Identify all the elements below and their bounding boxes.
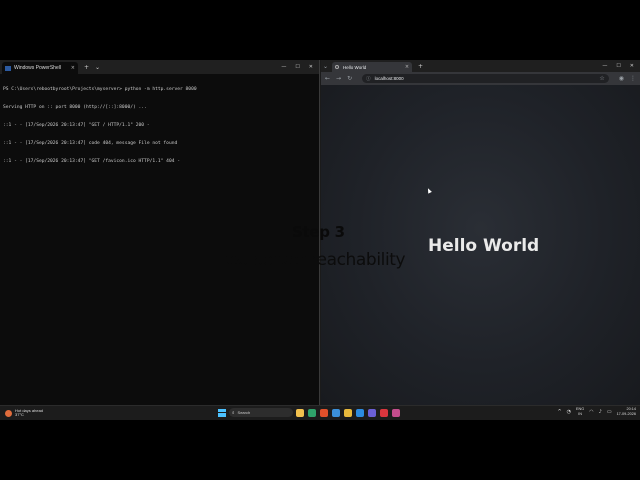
minimize-button[interactable]: — xyxy=(602,63,607,69)
system-tray: ^ ◔ ENG IN ◠ ♪ ▭ 20:14 17-09-2026 xyxy=(557,407,636,416)
console-line: ::1 - - [17/Sep/2026 20:13:47] "GET /fav… xyxy=(3,159,181,164)
network-icon[interactable]: ◔ xyxy=(567,409,571,415)
console-line: ::1 - - [17/Sep/2026 20:13:47] "GET / HT… xyxy=(3,123,150,128)
powershell-tab[interactable]: Windows PowerShell × xyxy=(2,62,78,74)
console-line: PS C:\Users\rebootbyroot\Projects\myserv… xyxy=(3,87,197,92)
powershell-tab-title: Windows PowerShell xyxy=(14,65,61,71)
chevron-up-icon[interactable]: ^ xyxy=(557,409,561,415)
tab-search-icon[interactable]: ⌄ xyxy=(323,63,328,70)
powershell-window: Windows PowerShell × + ⌄ — ☐ ✕ PS C:\Use… xyxy=(0,60,320,405)
browser-page-content: Hello World xyxy=(321,85,640,405)
pinned-apps xyxy=(296,408,400,417)
sun-icon xyxy=(5,409,12,417)
maximize-button[interactable]: ☐ xyxy=(295,64,299,70)
chrome-icon[interactable] xyxy=(344,408,352,417)
start-button[interactable] xyxy=(218,408,226,417)
browser-tab-bar: ⌄ Hello World × + — ☐ ✕ xyxy=(321,60,640,72)
menu-kebab-icon[interactable]: ⋮ xyxy=(630,75,636,82)
taskbar-search[interactable]: ⌕ Search xyxy=(229,408,293,417)
address-url: localhost:8000 xyxy=(374,76,404,81)
powershell-tab-dropdown-icon[interactable]: ⌄ xyxy=(95,64,100,71)
powershell-titlebar: Windows PowerShell × + ⌄ — ☐ ✕ xyxy=(0,60,319,74)
powershell-tab-close-icon[interactable]: × xyxy=(71,65,75,71)
app-pink-icon[interactable] xyxy=(392,408,400,417)
file-explorer-icon[interactable] xyxy=(296,408,304,417)
search-icon: ⌕ xyxy=(232,410,235,416)
back-icon[interactable]: ← xyxy=(325,75,330,82)
brave-icon[interactable] xyxy=(320,408,328,417)
maximize-button[interactable]: ☐ xyxy=(616,63,620,69)
taskbar-apps: ⌕ Search xyxy=(218,408,400,417)
powershell-tab-icon xyxy=(5,65,11,71)
close-button[interactable]: ✕ xyxy=(630,63,634,69)
powershell-console[interactable]: PS C:\Users\rebootbyroot\Projects\myserv… xyxy=(0,74,319,178)
profile-icon[interactable]: ◉ xyxy=(619,75,624,82)
caption-description: Test server reachability xyxy=(217,250,406,270)
volume-icon[interactable]: ♪ xyxy=(599,409,602,415)
weather-widget[interactable]: Hot days ahead 37°C xyxy=(0,408,180,418)
page-heading: Hello World xyxy=(428,236,540,256)
console-line: Serving HTTP on :: port 8000 (http://[::… xyxy=(3,105,147,110)
address-bar[interactable]: ⓘ localhost:8000 ☆ xyxy=(362,74,609,83)
powershell-icon[interactable] xyxy=(368,408,376,417)
close-button[interactable]: ✕ xyxy=(309,64,313,70)
reload-icon[interactable]: ↻ xyxy=(347,75,352,82)
browser-toolbar: ← → ↻ ⓘ localhost:8000 ☆ ◉ ⋮ xyxy=(321,72,640,85)
search-placeholder: Search xyxy=(237,410,251,415)
browser-window: ⌄ Hello World × + — ☐ ✕ ← → ↻ ⓘ localhos… xyxy=(321,60,640,405)
lang-secondary: IN xyxy=(578,411,583,416)
weather-temp: 37°C xyxy=(15,412,24,417)
forward-icon[interactable]: → xyxy=(336,75,341,82)
store-icon[interactable] xyxy=(332,408,340,417)
browser-tab[interactable]: Hello World × xyxy=(332,62,413,72)
browser-tab-close-icon[interactable]: × xyxy=(405,64,409,70)
clock[interactable]: 20:14 17-09-2026 xyxy=(617,407,636,416)
clock-date: 17-09-2026 xyxy=(616,411,636,416)
battery-icon[interactable]: ▭ xyxy=(607,409,612,415)
powershell-window-controls: — ☐ ✕ xyxy=(281,64,319,70)
taskbar: Hot days ahead 37°C ⌕ Search ^ ◔ ENG IN … xyxy=(0,405,640,420)
wifi-icon[interactable]: ◠ xyxy=(589,409,593,415)
language-indicator[interactable]: ENG IN xyxy=(576,407,584,416)
minimize-button[interactable]: — xyxy=(281,64,286,70)
browser-window-controls: — ☐ ✕ xyxy=(602,63,640,69)
browser-new-tab-button[interactable]: + xyxy=(418,63,423,70)
caption-step-title: Step 3 xyxy=(292,223,345,241)
console-line: ::1 - - [17/Sep/2026 20:13:47] code 404,… xyxy=(3,141,178,146)
browser-tab-title: Hello World xyxy=(343,64,367,70)
site-info-icon[interactable]: ⓘ xyxy=(366,76,371,82)
bookmark-star-icon[interactable]: ☆ xyxy=(599,75,604,82)
app-red-icon[interactable] xyxy=(380,408,388,417)
globe-icon xyxy=(335,65,340,69)
desktop-screen: Windows PowerShell × + ⌄ — ☐ ✕ PS C:\Use… xyxy=(0,60,640,420)
vscode-icon[interactable] xyxy=(356,408,364,417)
edge-icon[interactable] xyxy=(308,408,316,417)
powershell-new-tab-button[interactable]: + xyxy=(84,64,89,71)
